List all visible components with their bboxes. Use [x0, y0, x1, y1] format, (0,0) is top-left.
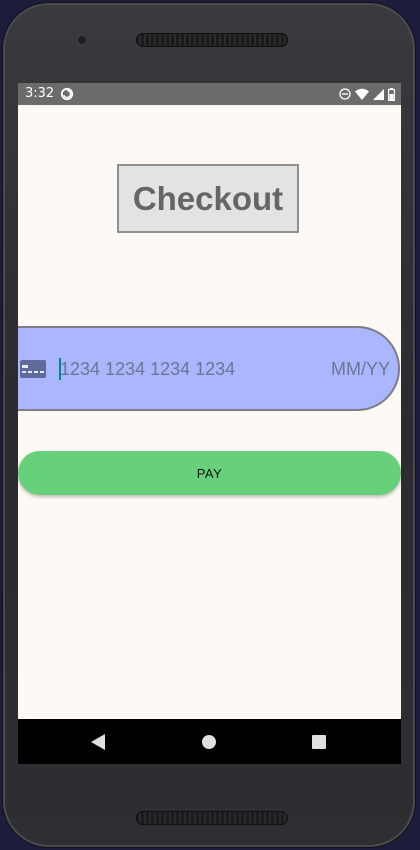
- sync-icon: [60, 87, 74, 101]
- status-icons: [339, 87, 395, 101]
- checkout-title-box: Checkout: [117, 164, 299, 233]
- card-expiry-input[interactable]: MM/YY: [331, 358, 390, 380]
- status-bar: 3:32: [18, 83, 401, 105]
- app-screen: 3:32 Checkout 1234 1234 1234 1234 MM/YY …: [18, 83, 401, 764]
- top-speaker: [136, 33, 288, 47]
- recents-icon[interactable]: [312, 735, 326, 749]
- card-number-input[interactable]: 1234 1234 1234 1234: [60, 358, 235, 380]
- back-icon[interactable]: [91, 734, 105, 750]
- cell-signal-icon: [373, 88, 384, 100]
- navigation-bar: [18, 719, 401, 764]
- wifi-icon: [355, 88, 369, 100]
- front-camera: [77, 35, 87, 45]
- card-input-field[interactable]: 1234 1234 1234 1234 MM/YY: [18, 326, 400, 411]
- home-icon[interactable]: [202, 735, 216, 749]
- bottom-speaker: [136, 811, 288, 825]
- status-time: 3:32: [25, 86, 55, 101]
- pay-button[interactable]: PAY: [18, 451, 401, 495]
- battery-icon: [388, 87, 395, 101]
- do-not-disturb-icon: [339, 88, 351, 100]
- page-title: Checkout: [132, 179, 284, 217]
- credit-card-icon: [20, 360, 46, 378]
